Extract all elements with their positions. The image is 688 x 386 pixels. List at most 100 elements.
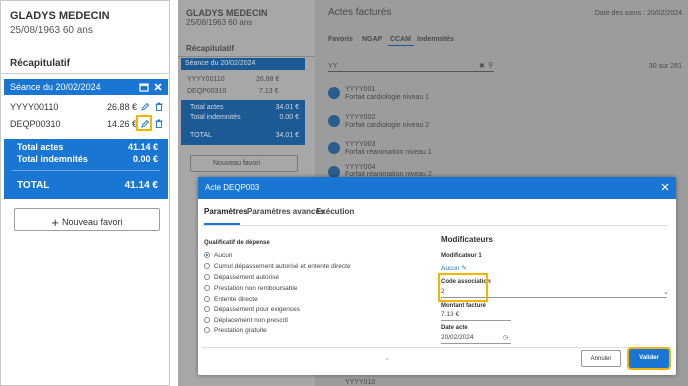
highlight-box [136,115,152,131]
act-modal: Acte DEQP003 Paramètres Paramètres avanc… [198,177,676,375]
new-favorite-button[interactable]: + Nouveau favori [14,208,160,231]
edit-icon[interactable] [141,102,150,111]
radio-option[interactable]: Déplacement non prescrit [204,317,288,324]
close-icon[interactable] [660,182,670,192]
radio-option[interactable]: Cumul dépassement autorisé et entente di… [204,263,351,270]
radio-icon [204,317,210,323]
radio-option[interactable]: Dépassement autorisé [204,274,279,281]
search-icon[interactable]: ⚲ [488,61,493,69]
result-code: YYYY002 [345,114,376,121]
result-label: Forfait cardiologie niveau 1 [345,94,430,101]
delete-icon[interactable] [155,102,163,111]
chevron-down-icon[interactable]: ⌄ [663,288,669,296]
date-acte-underline [441,343,511,344]
result-count: 30 sur 261 [648,63,682,70]
radio-icon [204,285,210,291]
result-code: YYYY003 [345,141,376,148]
new-favorite-label: Nouveau favori [213,160,261,167]
tab-ngap[interactable]: NGAP [362,36,382,43]
radio-option[interactable]: Prestation gratuite [204,327,267,334]
option-label: Prestation non remboursable [214,285,298,292]
act-code: YYYY00110 [187,76,225,83]
modal-title: Acte DEQP003 [205,183,260,192]
radio-icon [204,327,210,333]
delete-icon[interactable] [155,119,163,128]
plus-icon: + [51,215,60,230]
act-code: DEQP00310 [10,119,61,129]
session-label: Séance du 20/02/2024 [10,82,101,92]
cancel-button[interactable]: Annuler [581,350,621,367]
total-actes-label: Total actes [17,142,64,152]
session-header: Séance du 20/02/2024 [181,58,305,70]
total-actes-value: 34.01 € [275,104,299,111]
clock-icon[interactable]: ◷ [503,334,508,341]
divider [202,347,668,348]
active-tab-indicator [388,45,414,46]
totals-box: Total actes 41.14 € Total indemnités 0.0… [4,139,168,199]
date-acte-label: Date acte [441,325,468,331]
option-label: Déplacement non prescrit [214,317,289,324]
calendar-icon[interactable] [139,82,149,92]
session-header: Séance du 20/02/2024 [4,79,168,95]
total-value: 34.01 € [275,132,299,139]
tab-favoris[interactable]: Favoris [328,36,353,43]
divider [1,73,169,74]
act-code: YYYY00110 [10,102,59,112]
patient-name: GLADYS MEDECIN [186,8,268,18]
result-code: YYYY010 [345,379,376,386]
divider [12,170,160,171]
search-input[interactable]: YY [328,63,337,70]
new-favorite-button[interactable]: Nouveau favori [190,155,298,172]
montant-label: Montant facturé [441,303,486,309]
patient-name: GLADYS MEDECIN [10,10,110,22]
radio-option[interactable]: Entente directe [204,296,258,303]
tab-indemnites[interactable]: Indemnités [417,36,454,43]
tab-parametres-avances[interactable]: Paramètres avancés [247,207,324,216]
edit-icon: ✎ [461,265,467,272]
total-indemnites-label: Total indemnités [190,114,241,121]
radio-option[interactable]: Dépassement pour exigences [204,306,300,313]
date-acte-input[interactable]: 20/02/2024 [441,334,474,341]
act-amount: 26.88 € [256,76,280,83]
highlight-box [438,273,488,302]
scroll-icon: ▫ [386,357,389,363]
modificateurs-title: Modificateurs [441,235,494,244]
result-code: YYYY004 [345,164,376,171]
act-amount: 26.88 € [106,102,137,112]
tab-execution[interactable]: Exécution [316,207,354,216]
page-title: Actes facturés [328,7,392,18]
option-label: Dépassement pour exigences [214,306,300,313]
add-result-button[interactable] [328,142,340,154]
radio-option[interactable]: Aucun [204,252,232,259]
result-code: YYYY001 [345,86,376,93]
session-label: Séance du 20/02/2024 [185,60,256,67]
radio-option[interactable]: Prestation non remboursable [204,285,297,292]
add-result-button[interactable] [328,87,340,99]
radio-icon [204,263,210,269]
total-indemnites-value: 0.00 € [279,114,299,121]
result-label: Forfait cardiologie niveau 2 [345,122,430,129]
patient-dob: 25/08/1963 60 ans [10,25,93,36]
recap-panel-zoom: GLADYS MEDECIN 25/08/1963 60 ans Récapit… [0,0,170,386]
total-label: TOTAL [17,180,50,191]
tab-ccam[interactable]: CCAM [390,36,411,43]
validate-button[interactable]: Valider [627,347,671,370]
option-label: Dépassement autorisé [214,274,280,281]
modal-header: Acte DEQP003 [198,177,676,199]
recap-title: Récapitulatif [186,44,235,53]
qualificatif-label: Qualificatif de dépense [204,240,270,246]
act-amount: 7.13 € [259,88,279,95]
search-underline [328,71,494,72]
option-label: Cumul dépassement autorisé et entente di… [214,263,351,270]
date-soins: Date des soins : 20/02/2024 [594,10,682,17]
close-icon[interactable] [153,82,163,92]
divider [178,56,315,57]
tab-parametres[interactable]: Paramètres [204,207,248,216]
act-code: DEQP00310 [187,88,227,95]
modificateur1-link[interactable]: Aucun ✎ [441,264,467,272]
montant-underline [441,320,511,321]
montant-input[interactable]: 7.13 € [441,311,459,318]
clear-icon[interactable]: ✖ [479,62,485,70]
total-indemnites-value: 0.00 € [132,154,158,164]
add-result-button[interactable] [328,115,340,127]
